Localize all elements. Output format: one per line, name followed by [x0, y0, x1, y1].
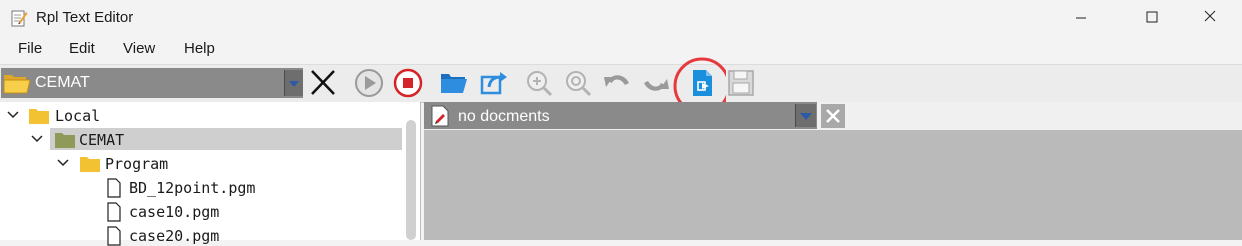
undo-button[interactable] — [600, 67, 634, 99]
run-button[interactable] — [352, 67, 386, 99]
document-icon — [431, 105, 449, 127]
menu-edit[interactable]: Edit — [69, 40, 95, 57]
close-window-icon — [1204, 10, 1216, 22]
project-dropdown-button[interactable] — [284, 70, 303, 96]
open-file-button[interactable] — [437, 67, 471, 99]
chevron-down-icon — [7, 111, 19, 119]
minimize-icon — [1076, 17, 1086, 19]
app-notepad-icon — [11, 10, 28, 27]
zoom-in-button[interactable] — [522, 67, 556, 99]
undo-icon — [604, 75, 629, 87]
tree-item-local[interactable]: Local — [0, 104, 400, 126]
tree-item-label: BD_12point.pgm — [129, 179, 256, 197]
folder-icon — [55, 133, 75, 148]
editor-area: no docments — [424, 102, 1242, 240]
toolbar: CEMAT — [0, 57, 1242, 113]
chevron-down-icon — [800, 113, 812, 120]
file-icon — [107, 202, 121, 222]
maximize-button[interactable] — [1129, 0, 1175, 36]
zoom-reset-icon — [566, 71, 592, 97]
zoom-reset-button[interactable] — [561, 67, 595, 99]
open-folder-icon — [441, 74, 467, 93]
close-document-button[interactable] — [821, 104, 845, 128]
run-icon — [355, 69, 383, 97]
document-selector[interactable]: no docments — [424, 102, 817, 129]
close-icon — [826, 109, 840, 123]
project-selector[interactable]: CEMAT — [1, 68, 303, 98]
menu-view[interactable]: View — [123, 40, 155, 57]
stop-icon — [393, 68, 423, 98]
tree-item-file[interactable]: case20.pgm — [0, 224, 400, 246]
tree-item-file[interactable]: BD_12point.pgm — [0, 176, 400, 198]
close-project-button[interactable] — [306, 67, 340, 99]
export-icon — [480, 72, 507, 95]
chevron-down-icon — [31, 135, 43, 143]
document-dropdown-button[interactable] — [795, 104, 816, 127]
chevron-down-icon — [57, 159, 69, 167]
tree-item-cemat[interactable]: CEMAT — [50, 128, 402, 150]
folder-icon — [29, 109, 49, 124]
close-project-icon — [311, 70, 335, 95]
tree-scrollbar[interactable] — [406, 120, 416, 240]
save-button[interactable] — [724, 67, 758, 99]
project-selector-value: CEMAT — [35, 74, 90, 91]
project-tree: Local CEMAT Program BD_12point.pgm case1… — [0, 102, 421, 246]
close-window-button[interactable] — [1188, 0, 1234, 36]
title-bar: Rpl Text Editor — [0, 0, 1242, 36]
open-folder-icon — [3, 75, 31, 94]
save-icon — [728, 70, 754, 96]
tree-item-label: Local — [55, 107, 101, 125]
chevron-down-icon — [289, 81, 299, 87]
file-icon — [107, 178, 121, 198]
tree-item-label: CEMAT — [79, 131, 125, 149]
tree-item-label: case20.pgm — [129, 227, 220, 245]
minimize-button[interactable] — [1058, 0, 1104, 36]
export-button[interactable] — [476, 67, 510, 99]
maximize-icon — [1146, 11, 1158, 23]
document-selector-value: no docments — [458, 108, 550, 125]
zoom-in-icon — [527, 71, 553, 97]
file-icon — [107, 226, 121, 246]
menu-bar: File Edit View Help — [0, 36, 1242, 64]
tree-item-label: Program — [105, 155, 169, 173]
document-bar: no docments — [424, 102, 1242, 130]
menu-help[interactable]: Help — [184, 40, 215, 57]
menu-file[interactable]: File — [18, 40, 42, 57]
tree-item-file[interactable]: case10.pgm — [0, 200, 400, 222]
window-title: Rpl Text Editor — [36, 9, 134, 26]
folder-icon — [80, 157, 100, 172]
tree-item-label: case10.pgm — [129, 203, 220, 221]
stop-button[interactable] — [391, 67, 425, 99]
tree-item-program[interactable]: Program — [0, 152, 400, 174]
